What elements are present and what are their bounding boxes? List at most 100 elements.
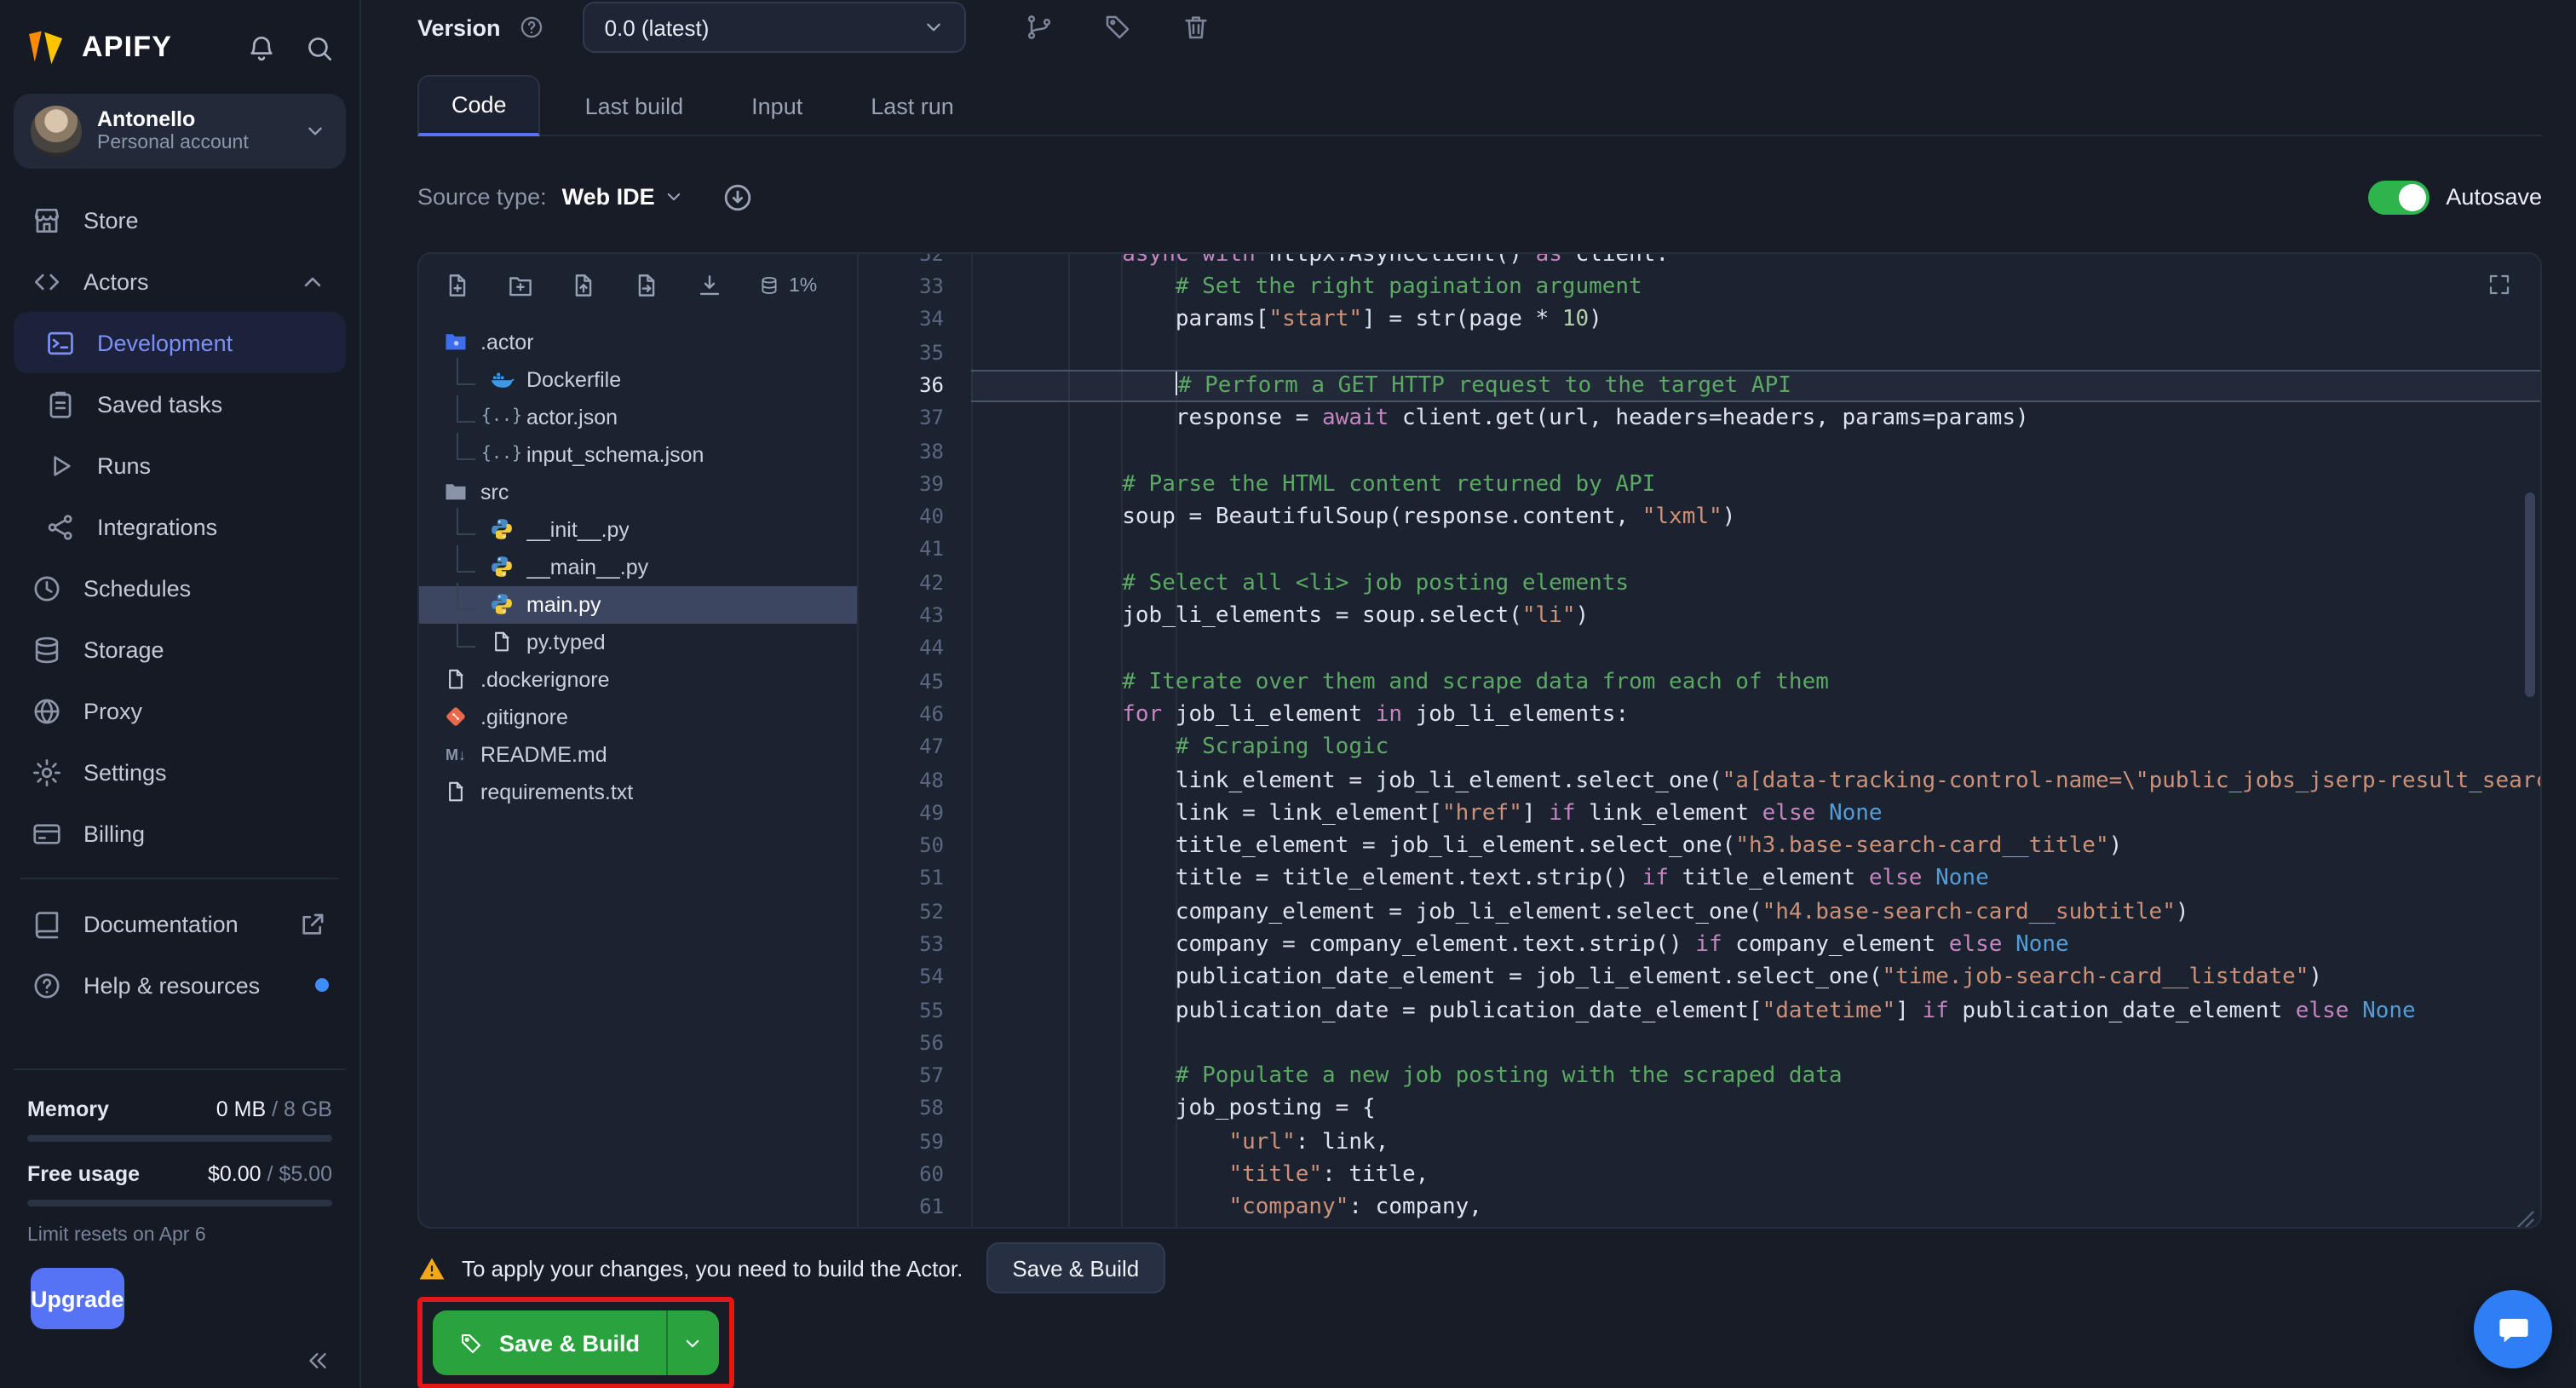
save-build-dropdown[interactable] bbox=[667, 1310, 718, 1375]
notifications-bell-icon[interactable] bbox=[245, 32, 278, 64]
code-line-45[interactable]: 45 # Iterate over them and scrape data f… bbox=[859, 665, 2540, 699]
code-line-57[interactable]: 57 # Populate a new job posting with the… bbox=[859, 1060, 2540, 1093]
version-select[interactable]: 0.0 (latest) bbox=[583, 2, 966, 53]
tab-input[interactable]: Input bbox=[748, 78, 806, 135]
memory-row: Memory 0 MB / 8 GB bbox=[27, 1097, 332, 1121]
sidebar-item-development[interactable]: Development bbox=[14, 312, 346, 373]
nav-divider bbox=[20, 878, 339, 879]
tab-code[interactable]: Code bbox=[417, 75, 541, 136]
sidebar-item-runs[interactable]: Runs bbox=[14, 435, 346, 496]
code-line-44[interactable]: 44 bbox=[859, 633, 2540, 666]
logo-text[interactable]: APIFY bbox=[82, 31, 172, 65]
save-build-main[interactable]: Save & Build bbox=[433, 1310, 665, 1375]
save-build-button[interactable]: Save & Build bbox=[433, 1310, 718, 1375]
sidebar-item-saved-tasks[interactable]: Saved tasks bbox=[14, 373, 346, 435]
tag-icon[interactable] bbox=[1102, 12, 1133, 43]
scrollbar-thumb[interactable] bbox=[2525, 492, 2535, 697]
code-line-38[interactable]: 38 bbox=[859, 435, 2540, 469]
sidebar-item-actors[interactable]: Actors bbox=[14, 251, 346, 312]
code-line-33[interactable]: 33 # Set the right pagination argument bbox=[859, 271, 2540, 304]
code-line-50[interactable]: 50 title_element = job_li_element.select… bbox=[859, 830, 2540, 863]
sidebar-item-integrations[interactable]: Integrations bbox=[14, 496, 346, 557]
code-line-61[interactable]: 61 "company": company, bbox=[859, 1192, 2540, 1225]
code-line-53[interactable]: 53 company = company_element.text.strip(… bbox=[859, 929, 2540, 962]
file-actor.json[interactable]: {..}actor.json bbox=[419, 399, 857, 436]
file-.dockerignore[interactable]: .dockerignore bbox=[419, 661, 857, 699]
file-__main__.py[interactable]: __main__.py bbox=[419, 549, 857, 586]
code-line-60[interactable]: 60 "title": title, bbox=[859, 1159, 2540, 1192]
code-line-56[interactable]: 56 bbox=[859, 1028, 2540, 1061]
file-README.md[interactable]: M↓README.md bbox=[419, 736, 857, 774]
search-icon[interactable] bbox=[303, 32, 336, 64]
chat-widget-button[interactable] bbox=[2474, 1290, 2552, 1368]
file-name: Dockerfile bbox=[526, 368, 621, 392]
code-line-49[interactable]: 49 link = link_element["href"] if link_e… bbox=[859, 798, 2540, 831]
code-editor[interactable]: 32 async with httpx.AsyncClient() as cli… bbox=[859, 254, 2540, 1227]
sidebar-item-schedules[interactable]: Schedules bbox=[14, 557, 346, 619]
code-line-51[interactable]: 51 title = title_element.text.strip() if… bbox=[859, 863, 2540, 896]
new-file-icon[interactable] bbox=[443, 272, 472, 301]
new-folder-icon[interactable] bbox=[506, 272, 535, 301]
autosave-toggle[interactable] bbox=[2367, 181, 2429, 215]
code-line-35[interactable]: 35 bbox=[859, 337, 2540, 370]
sidebar-item-proxy[interactable]: Proxy bbox=[14, 680, 346, 741]
fullscreen-icon[interactable] bbox=[2486, 271, 2513, 298]
save-build-inline-button[interactable]: Save & Build bbox=[986, 1242, 1164, 1293]
collapse-sidebar-icon[interactable] bbox=[303, 1346, 332, 1375]
code-line-36[interactable]: 36 # Perform a GET HTTP request to the t… bbox=[859, 370, 2540, 403]
code-line-54[interactable]: 54 publication_date_element = job_li_ele… bbox=[859, 962, 2540, 995]
download-all-icon[interactable] bbox=[695, 272, 724, 301]
sidebar-item-billing[interactable]: Billing bbox=[14, 803, 346, 864]
free-usage-value: $0.00 / $5.00 bbox=[208, 1162, 332, 1186]
line-number: 54 bbox=[859, 962, 971, 995]
code-line-58[interactable]: 58 job_posting = { bbox=[859, 1093, 2540, 1126]
version-label: Version bbox=[417, 14, 501, 40]
code-line-34[interactable]: 34 params["start"] = str(page * 10) bbox=[859, 304, 2540, 337]
file-Dockerfile[interactable]: Dockerfile bbox=[419, 361, 857, 399]
sidebar-item-settings[interactable]: Settings bbox=[14, 741, 346, 803]
delete-icon[interactable] bbox=[1181, 12, 1211, 43]
code-line-32[interactable]: 32 async with httpx.AsyncClient() as cli… bbox=[859, 254, 2540, 272]
tab-last-run[interactable]: Last run bbox=[867, 78, 957, 135]
avatar bbox=[31, 106, 82, 157]
code-line-42[interactable]: 42 # Select all <li> job posting element… bbox=[859, 567, 2540, 600]
code-line-48[interactable]: 48 link_element = job_li_element.select_… bbox=[859, 764, 2540, 798]
sidebar-item-help[interactable]: Help & resources bbox=[14, 954, 346, 1016]
version-help-icon[interactable] bbox=[518, 14, 545, 41]
file-input_schema.json[interactable]: {..}input_schema.json bbox=[419, 436, 857, 474]
resize-handle[interactable] bbox=[2516, 1203, 2535, 1222]
upload-file-icon[interactable] bbox=[569, 272, 598, 301]
file-.gitignore[interactable]: .gitignore bbox=[419, 699, 857, 736]
sidebar-item-store[interactable]: Store bbox=[14, 189, 346, 251]
code-line-43[interactable]: 43 job_li_elements = soup.select("li") bbox=[859, 600, 2540, 633]
apify-logo-icon[interactable] bbox=[24, 26, 68, 70]
pull-source-icon[interactable] bbox=[722, 181, 756, 215]
file-py.typed[interactable]: py.typed bbox=[419, 624, 857, 661]
code-text: title = title_element.text.strip() if ti… bbox=[971, 863, 2540, 896]
code-line-46[interactable]: 46 for job_li_element in job_li_elements… bbox=[859, 699, 2540, 732]
source-type-select[interactable]: Web IDE bbox=[562, 185, 687, 210]
sidebar-item-storage[interactable]: Storage bbox=[14, 619, 346, 680]
move-file-icon[interactable] bbox=[632, 272, 661, 301]
tab-last-build[interactable]: Last build bbox=[582, 78, 687, 135]
file-__init__.py[interactable]: __init__.py bbox=[419, 511, 857, 549]
sidebar-item-documentation[interactable]: Documentation bbox=[14, 893, 346, 954]
branch-icon[interactable] bbox=[1024, 12, 1055, 43]
file-.actor[interactable]: .actor bbox=[419, 324, 857, 361]
code-line-55[interactable]: 55 publication_date = publication_date_e… bbox=[859, 994, 2540, 1028]
code-line-41[interactable]: 41 bbox=[859, 534, 2540, 567]
file-src[interactable]: src bbox=[419, 474, 857, 511]
code-line-47[interactable]: 47 # Scraping logic bbox=[859, 731, 2540, 764]
development-icon bbox=[44, 326, 77, 359]
file-main.py[interactable]: main.py bbox=[419, 586, 857, 624]
code-line-39[interactable]: 39 # Parse the HTML content returned by … bbox=[859, 469, 2540, 502]
account-switcher[interactable]: Antonello Personal account bbox=[14, 94, 346, 169]
code-text: # Perform a GET HTTP request to the targ… bbox=[971, 370, 2540, 403]
code-line-52[interactable]: 52 company_element = job_li_element.sele… bbox=[859, 896, 2540, 929]
file-requirements.txt[interactable]: requirements.txt bbox=[419, 774, 857, 811]
code-line-59[interactable]: 59 "url": link, bbox=[859, 1126, 2540, 1160]
line-number: 34 bbox=[859, 304, 971, 337]
upgrade-button[interactable]: Upgrade bbox=[31, 1268, 124, 1329]
code-line-40[interactable]: 40 soup = BeautifulSoup(response.content… bbox=[859, 501, 2540, 534]
code-line-37[interactable]: 37 response = await client.get(url, head… bbox=[859, 403, 2540, 436]
